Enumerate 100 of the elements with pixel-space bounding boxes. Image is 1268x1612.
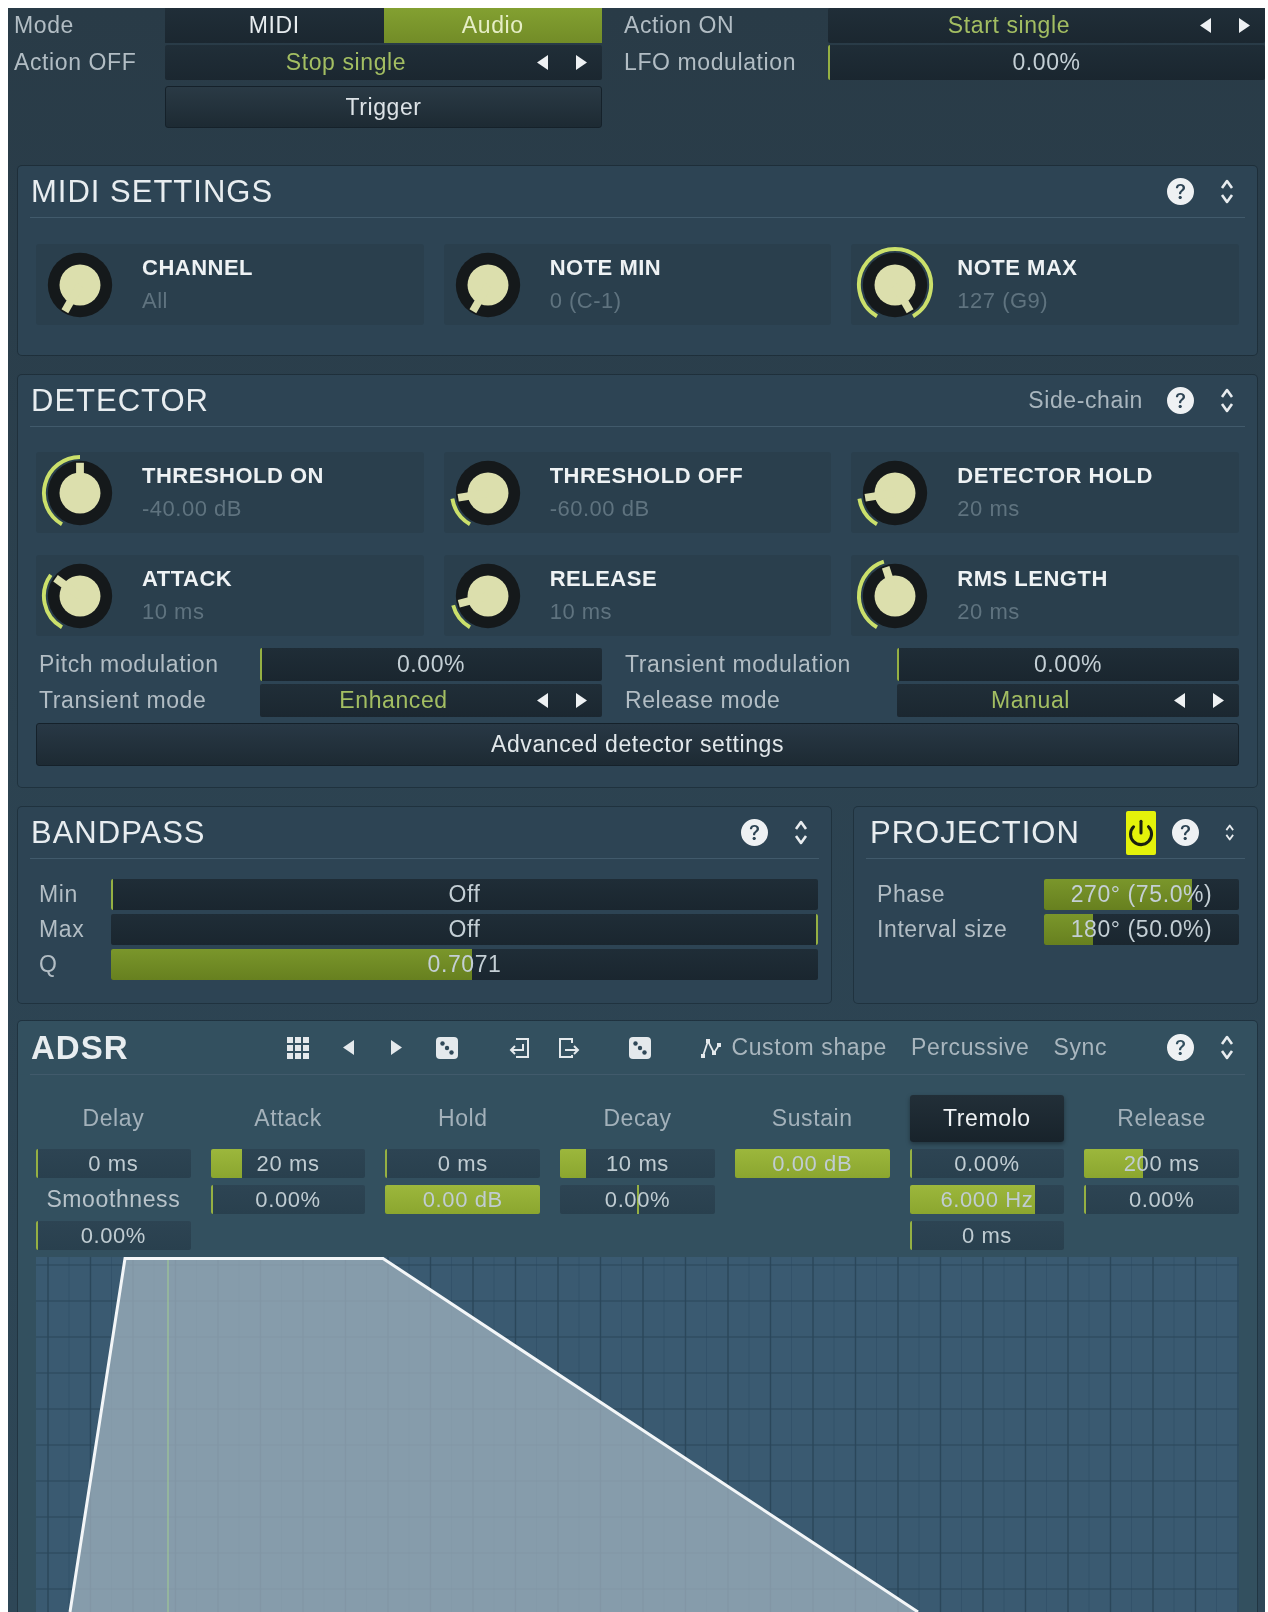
help-icon[interactable] bbox=[1167, 387, 1194, 414]
caret-left-icon[interactable] bbox=[537, 55, 548, 70]
caret-right-icon[interactable] bbox=[576, 693, 587, 708]
expand-collapse-icon[interactable] bbox=[1220, 1034, 1234, 1061]
knob-label: NOTE MIN bbox=[549, 255, 662, 281]
slider-value: 200 ms bbox=[1123, 1150, 1200, 1177]
help-icon[interactable] bbox=[741, 819, 768, 846]
knob-label: THRESHOLD OFF bbox=[549, 463, 744, 489]
slider-field[interactable]: 0.00% bbox=[1084, 1185, 1239, 1214]
slider-value: 0 ms bbox=[961, 1222, 1012, 1249]
slider-field[interactable]: Off bbox=[111, 914, 818, 945]
slider-value: 0.00% bbox=[1012, 49, 1081, 76]
knob-label: THRESHOLD ON bbox=[142, 463, 324, 489]
selector-field[interactable]: Enhanced bbox=[260, 684, 602, 717]
trigger-button[interactable]: Trigger bbox=[165, 86, 602, 128]
caret-right-icon[interactable] bbox=[390, 1040, 402, 1055]
parameter-label: Mode bbox=[14, 12, 74, 39]
stage-button[interactable]: Hold bbox=[437, 1105, 488, 1132]
caret-left-icon[interactable] bbox=[1174, 693, 1185, 708]
slider-value: 0.00% bbox=[80, 1222, 147, 1249]
knob-label: RELEASE bbox=[549, 566, 658, 592]
stage-button[interactable]: Attack bbox=[254, 1105, 322, 1132]
caret-left-icon[interactable] bbox=[537, 693, 548, 708]
knob-label: ATTACK bbox=[142, 566, 233, 592]
knob-label: RMS LENGTH bbox=[957, 566, 1108, 592]
slider-value: 6.000 Hz bbox=[940, 1186, 1034, 1213]
expand-collapse-icon[interactable] bbox=[794, 819, 808, 846]
toggle-button[interactable]: Percussive bbox=[911, 1034, 1030, 1061]
expand-collapse-icon[interactable] bbox=[1220, 178, 1234, 205]
side-chain-button[interactable]: Side-chain bbox=[1028, 387, 1143, 414]
power-icon bbox=[1126, 818, 1155, 847]
slider-value: 0.00% bbox=[255, 1186, 321, 1213]
knob-label: DETECTOR HOLD bbox=[957, 463, 1153, 489]
slider-field[interactable]: 0.00% bbox=[828, 45, 1265, 80]
caret-left-icon[interactable] bbox=[1200, 18, 1211, 33]
slider-field[interactable]: 20 ms bbox=[210, 1149, 366, 1178]
help-icon[interactable] bbox=[1167, 1034, 1194, 1061]
slider-value: 0.7071 bbox=[427, 951, 502, 978]
slider-field[interactable]: 0 ms bbox=[385, 1149, 541, 1178]
parameter-label: Interval size bbox=[877, 916, 1008, 943]
slider-value: 0.00 dB bbox=[422, 1186, 503, 1213]
slider-field[interactable]: 0.00% bbox=[909, 1149, 1065, 1178]
selector-field[interactable]: Stop single bbox=[165, 45, 602, 80]
power-button[interactable] bbox=[1125, 810, 1156, 855]
caret-right-icon[interactable] bbox=[576, 55, 587, 70]
stage-button[interactable]: Decay bbox=[603, 1105, 672, 1132]
panel-title: PROJECTION bbox=[870, 814, 1080, 851]
parameter-label: Max bbox=[39, 916, 85, 943]
slider-field[interactable]: 0 ms bbox=[36, 1149, 191, 1178]
selector-field[interactable]: Start single bbox=[828, 8, 1265, 43]
custom-shape-button[interactable]: Custom shape bbox=[699, 1034, 887, 1061]
slider-value: 0.00% bbox=[1128, 1186, 1195, 1213]
parameter-label: Phase bbox=[877, 881, 946, 908]
parameter-label: Action ON bbox=[624, 12, 735, 39]
advanced-settings-button[interactable]: Advanced detector settings bbox=[36, 723, 1239, 766]
slider-field[interactable]: 200 ms bbox=[1084, 1149, 1239, 1178]
slider-value: 10 ms bbox=[606, 1150, 669, 1177]
stage-button[interactable]: Release bbox=[1117, 1105, 1206, 1132]
slider-field[interactable]: 0.00% bbox=[260, 648, 602, 681]
panel-title: MIDI SETTINGS bbox=[31, 173, 274, 210]
caret-right-icon[interactable] bbox=[1239, 18, 1250, 33]
slider-field[interactable]: 10 ms bbox=[560, 1149, 715, 1178]
slider-field[interactable]: 0.00% bbox=[210, 1185, 366, 1214]
panel-title: BANDPASS bbox=[31, 814, 206, 851]
parameter-label: Transient mode bbox=[39, 687, 207, 714]
parameter-label: Transient modulation bbox=[625, 651, 851, 678]
slider-value: 0.00 dB bbox=[772, 1150, 853, 1177]
toggle-button[interactable]: Sync bbox=[1053, 1034, 1108, 1061]
help-icon[interactable] bbox=[1167, 178, 1194, 205]
caret-left-icon[interactable] bbox=[342, 1040, 354, 1055]
export-icon[interactable] bbox=[557, 1036, 580, 1059]
slider-value: 0.00% bbox=[396, 651, 466, 678]
slider-value: 270° (75.0%) bbox=[1070, 881, 1213, 908]
selector-value: Start single bbox=[947, 12, 1071, 39]
selector-field[interactable]: Manual bbox=[897, 684, 1239, 717]
slider-field[interactable]: 0.00% bbox=[36, 1221, 191, 1250]
import-icon[interactable] bbox=[507, 1036, 530, 1059]
slider-field[interactable]: Off bbox=[111, 879, 818, 910]
parameter-label: Release mode bbox=[625, 687, 781, 714]
slider-value: 0.00% bbox=[1033, 651, 1103, 678]
parameter-label: Pitch modulation bbox=[39, 651, 219, 678]
grid-icon[interactable] bbox=[286, 1036, 309, 1059]
help-icon[interactable] bbox=[1171, 819, 1199, 846]
parameter-label: Q bbox=[39, 951, 58, 978]
stage-button[interactable]: Delay bbox=[82, 1105, 145, 1132]
parameter-label: Action OFF bbox=[14, 49, 137, 76]
dice-icon[interactable] bbox=[435, 1036, 458, 1059]
stage-button[interactable]: Sustain bbox=[771, 1105, 853, 1132]
slider-field[interactable]: 0 ms bbox=[909, 1221, 1065, 1250]
slider-value: Off bbox=[448, 881, 481, 908]
expand-collapse-icon[interactable] bbox=[1220, 387, 1234, 414]
dice-icon[interactable] bbox=[628, 1036, 651, 1059]
caret-right-icon[interactable] bbox=[1213, 693, 1224, 708]
stage-button[interactable]: Tremolo bbox=[909, 1095, 1065, 1142]
mode-tab[interactable]: MIDI bbox=[165, 8, 384, 43]
slider-field[interactable]: 0.00% bbox=[897, 648, 1239, 681]
parameter-label: LFO modulation bbox=[624, 49, 797, 76]
knob-label: CHANNEL bbox=[142, 255, 254, 281]
parameter-label: Smoothness bbox=[46, 1186, 181, 1213]
selector-value: Manual bbox=[990, 687, 1070, 714]
